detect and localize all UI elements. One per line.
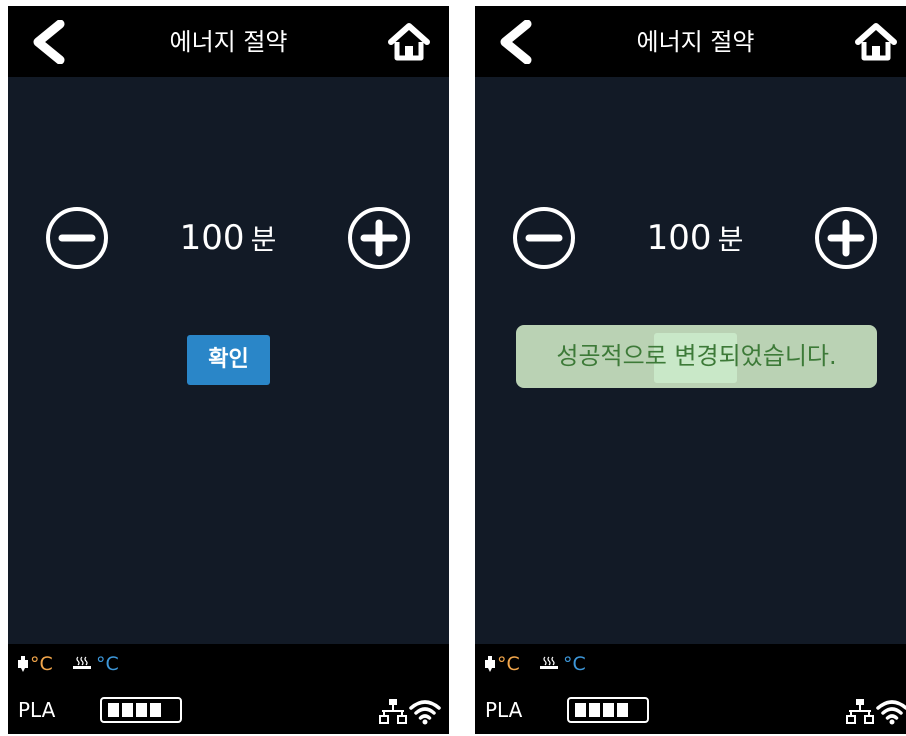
battery-cell: [136, 703, 147, 717]
battery-indicator: [567, 697, 649, 723]
plus-circle-icon[interactable]: [346, 205, 412, 271]
nozzle-icon: [18, 656, 28, 672]
minus-circle-icon[interactable]: [511, 205, 577, 271]
nozzle-icon: [485, 656, 495, 672]
battery-cell: [108, 703, 119, 717]
wifi-icon: [409, 700, 441, 725]
material-label: PLA: [18, 698, 56, 722]
home-icon[interactable]: [387, 22, 431, 62]
bed-temp: °C: [563, 653, 586, 675]
ethernet-icon: [846, 699, 874, 724]
heated-bed-icon: [73, 656, 91, 669]
wifi-icon: [876, 700, 906, 725]
energy-saving-screen-left: 에너지 절약 100 분 확인 °C °C PLA: [8, 6, 449, 734]
energy-saving-timeout-value: 100 분: [585, 216, 805, 266]
confirm-button[interactable]: 확인: [187, 335, 270, 385]
page-title: 에너지 절약: [169, 28, 288, 56]
nozzle-temp: °C: [497, 653, 520, 675]
heated-bed-icon: [540, 656, 558, 669]
timeout-number: 100: [646, 218, 712, 258]
header-bar: 에너지 절약: [8, 6, 449, 77]
material-label: PLA: [485, 698, 523, 722]
battery-cell: [122, 703, 133, 717]
success-toast: 성공적으로 변경되었습니다.: [516, 325, 877, 388]
battery-indicator: [100, 697, 182, 723]
minus-circle-icon[interactable]: [44, 205, 110, 271]
timeout-number: 100: [179, 218, 245, 258]
page-title: 에너지 절약: [636, 28, 755, 56]
timeout-unit: 분: [250, 223, 277, 256]
battery-cell: [575, 703, 586, 717]
energy-saving-screen-right: 에너지 절약 100 분 성공적으로 변경되었습니다. °C °C PLA: [475, 6, 906, 734]
plus-circle-icon[interactable]: [813, 205, 879, 271]
battery-cell: [150, 703, 161, 717]
header-bar: 에너지 절약: [475, 6, 906, 77]
status-bar: °C °C PLA: [8, 644, 449, 734]
nozzle-temp: °C: [30, 653, 53, 675]
bed-temp: °C: [96, 653, 119, 675]
battery-cell: [589, 703, 600, 717]
battery-cell: [617, 703, 628, 717]
timeout-unit: 분: [717, 223, 744, 256]
ethernet-icon: [379, 699, 407, 724]
energy-saving-timeout-value: 100 분: [118, 216, 338, 266]
battery-cell: [603, 703, 614, 717]
home-icon[interactable]: [854, 22, 898, 62]
status-bar: °C °C PLA: [475, 644, 906, 734]
